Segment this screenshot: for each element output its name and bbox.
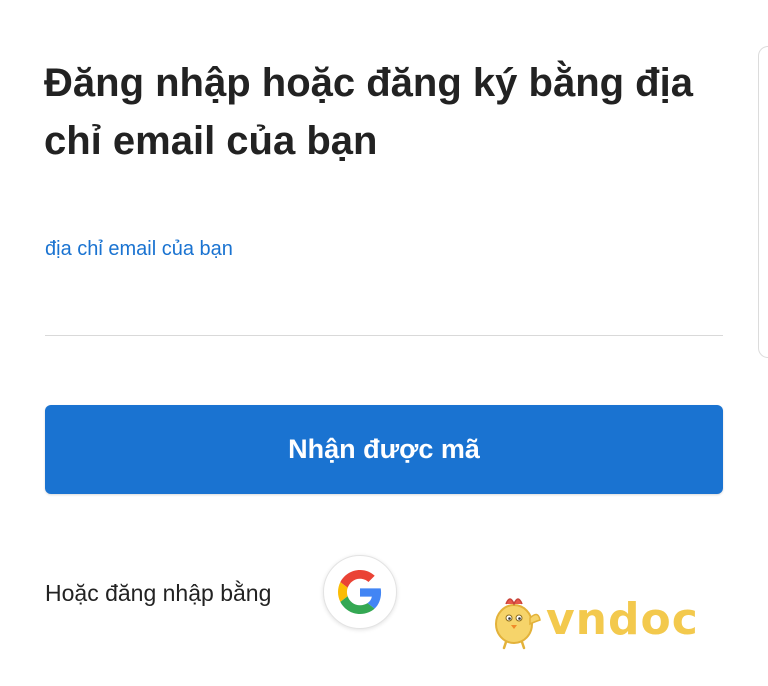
email-input[interactable] (45, 270, 723, 336)
email-field-label: địa chỉ email của bạn (45, 238, 233, 260)
chicken-mascot-icon (495, 598, 541, 650)
vndoc-watermark: vndoc (488, 590, 718, 650)
page-title: Đăng nhập hoặc đăng ký bằng địa chỉ emai… (44, 61, 693, 163)
google-icon (338, 570, 382, 614)
alternative-login-label: Hoặc đăng nhập bằng (45, 580, 272, 606)
vndoc-watermark-text: vndoc (546, 594, 699, 645)
google-login-button[interactable] (323, 555, 397, 629)
adjacent-panel-edge (758, 46, 768, 358)
get-code-button[interactable]: Nhận được mã (45, 405, 723, 494)
